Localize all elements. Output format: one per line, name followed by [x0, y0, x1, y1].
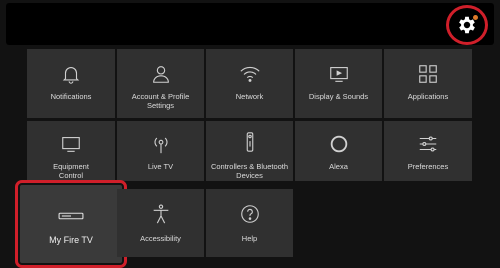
- tile-help[interactable]: Help: [206, 189, 293, 257]
- tile-accessibility[interactable]: Accessibility: [117, 189, 204, 257]
- tile-label: Preferences: [407, 162, 449, 171]
- sliders-icon: [419, 136, 437, 152]
- tile-label: Display & Sounds: [308, 92, 369, 101]
- tile-label: My Fire TV: [49, 235, 93, 245]
- tile-controllers-bluetooth[interactable]: Controllers & Bluetooth Devices: [206, 121, 293, 181]
- tile-equipment-control[interactable]: Equipment Control: [27, 121, 115, 181]
- wifi-icon: [239, 66, 260, 82]
- person-icon: [152, 66, 169, 83]
- accessibility-icon: [153, 204, 168, 224]
- tile-label: Account & Profile Settings: [131, 92, 190, 110]
- top-bar: [6, 3, 494, 45]
- tile-label: Applications: [407, 92, 449, 101]
- tile-applications[interactable]: Applications: [384, 49, 472, 118]
- tile-label: Alexa: [329, 162, 348, 171]
- settings-button[interactable]: [446, 5, 488, 45]
- tile-label: Controllers & Bluetooth Devices: [210, 162, 289, 180]
- alexa-ring-icon: [330, 135, 347, 153]
- remote-icon: [246, 132, 253, 152]
- apps-grid-icon: [419, 65, 437, 83]
- notification-dot: [473, 15, 478, 20]
- tile-label: Notifications: [50, 92, 92, 101]
- tile-network[interactable]: Network: [206, 49, 293, 118]
- tile-label: Equipment Control: [53, 162, 89, 180]
- monitor-icon: [62, 137, 80, 152]
- tile-label: Network: [235, 92, 264, 101]
- display-icon: [329, 67, 348, 82]
- help-icon: [240, 205, 259, 223]
- tile-preferences[interactable]: Preferences: [384, 121, 472, 181]
- fire-tv-stick-icon: [58, 212, 84, 220]
- antenna-icon: [154, 137, 167, 154]
- tile-label: Help: [241, 234, 258, 243]
- tile-account-profile-settings[interactable]: Account & Profile Settings: [117, 49, 204, 118]
- tile-notifications[interactable]: Notifications: [27, 49, 115, 118]
- tile-label: Live TV: [147, 162, 174, 171]
- tile-my-fire-tv[interactable]: My Fire TV: [15, 180, 127, 268]
- tile-display-sounds[interactable]: Display & Sounds: [295, 49, 382, 118]
- tile-alexa[interactable]: Alexa: [295, 121, 382, 181]
- bell-icon: [62, 67, 80, 84]
- tile-live-tv[interactable]: Live TV: [117, 121, 204, 181]
- tile-label: Accessibility: [140, 234, 181, 243]
